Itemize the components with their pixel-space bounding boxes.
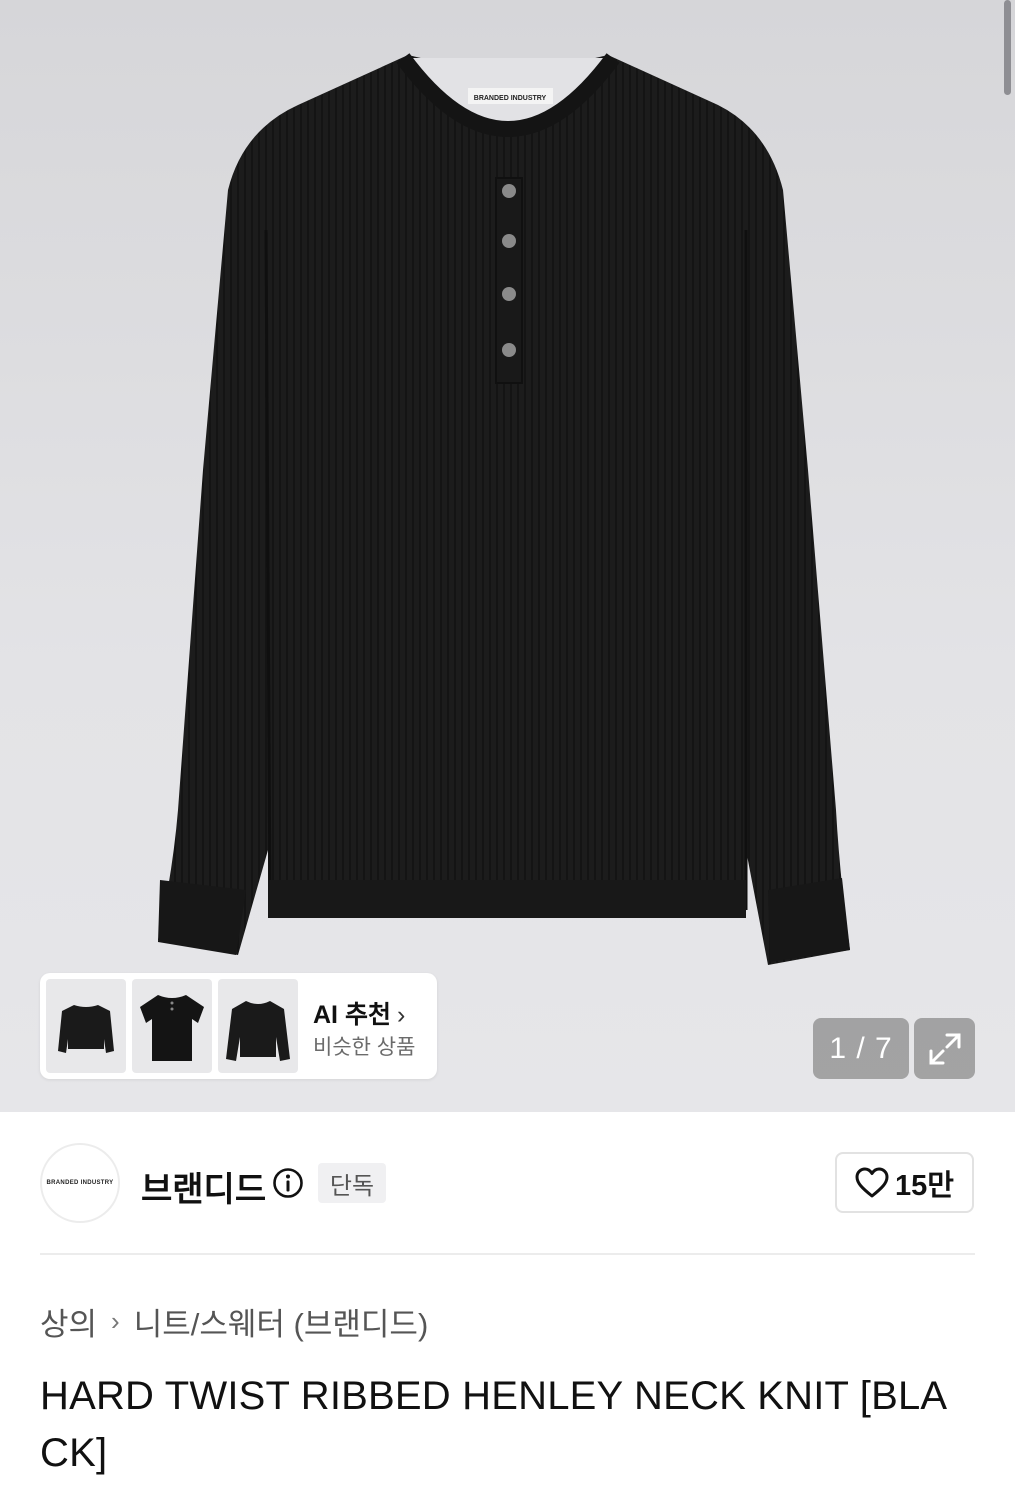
expand-icon	[929, 1033, 960, 1064]
expand-button[interactable]	[914, 1018, 975, 1079]
product-image-sweater: BRANDED INDUSTRY	[158, 53, 850, 965]
ai-recommend-subtitle: 비슷한 상품	[313, 1036, 416, 1059]
recommend-thumb-1[interactable]	[46, 979, 126, 1073]
chevron-right-icon: ›	[396, 1001, 406, 1029]
product-image-carousel[interactable]: BRANDED INDUSTRY AI 추천 › 비슷한 상품 1 / 7	[0, 0, 1015, 1112]
info-icon[interactable]	[272, 1167, 304, 1199]
svg-text:BRANDED INDUSTRY: BRANDED INDUSTRY	[474, 95, 547, 102]
divider	[40, 1253, 975, 1255]
scrollbar[interactable]	[1004, 0, 1011, 95]
heart-icon	[855, 1167, 889, 1197]
brand-logo[interactable]: BRANDED INDUSTRY	[40, 1143, 120, 1223]
breadcrumb-category[interactable]: 상의	[40, 1299, 97, 1344]
recommend-thumb-2[interactable]	[132, 979, 212, 1073]
ai-recommend-card[interactable]: AI 추천 › 비슷한 상품	[40, 973, 437, 1079]
breadcrumb-subcategory[interactable]: 니트/스웨터 (브랜디드)	[134, 1299, 429, 1344]
like-button[interactable]: 15만	[835, 1152, 974, 1213]
chevron-right-icon: ›	[111, 1306, 120, 1336]
exclusive-badge: 단독	[318, 1163, 386, 1203]
recommend-thumb-3[interactable]	[218, 979, 298, 1073]
image-counter: 1 / 7	[813, 1018, 909, 1079]
product-title: HARD TWIST RIBBED HENLEY NECK KNIT [BLAC…	[40, 1374, 948, 1475]
brand-name[interactable]: 브랜디드	[141, 1162, 266, 1211]
breadcrumb: 상의 › 니트/스웨터 (브랜디드)	[40, 1299, 428, 1344]
ai-recommend-title: AI 추천 ›	[313, 1001, 406, 1029]
like-count: 15만	[895, 1169, 954, 1202]
